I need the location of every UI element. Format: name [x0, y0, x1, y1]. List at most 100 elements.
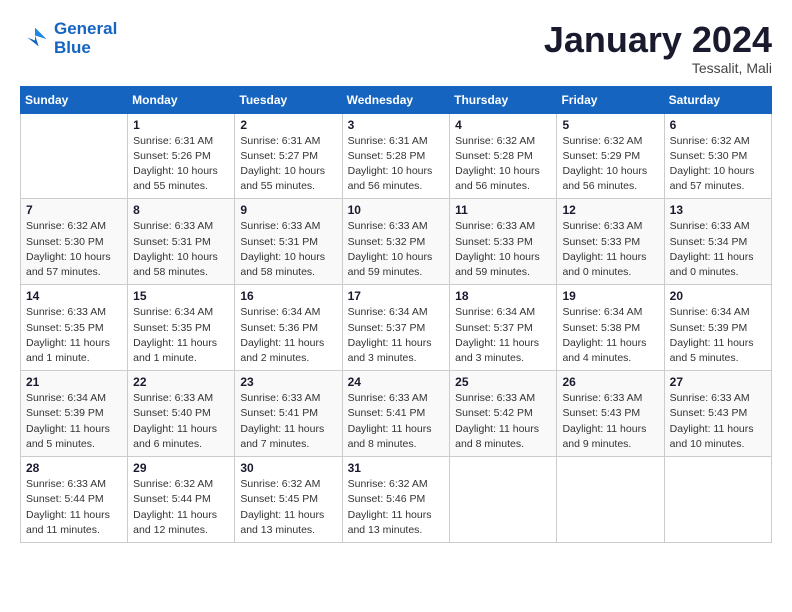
day-number: 1	[133, 118, 229, 132]
calendar-cell: 4 Sunrise: 6:32 AMSunset: 5:28 PMDaylight…	[450, 113, 557, 199]
day-number: 27	[670, 375, 766, 389]
calendar-cell: 24 Sunrise: 6:33 AMSunset: 5:41 PMDayligh…	[342, 371, 450, 457]
day-info: Sunrise: 6:34 AMSunset: 5:36 PMDaylight:…	[240, 305, 336, 366]
day-number: 7	[26, 203, 122, 217]
day-info: Sunrise: 6:34 AMSunset: 5:37 PMDaylight:…	[455, 305, 551, 366]
calendar-cell: 7 Sunrise: 6:32 AMSunset: 5:30 PMDaylight…	[21, 199, 128, 285]
day-number: 18	[455, 289, 551, 303]
calendar-cell: 17 Sunrise: 6:34 AMSunset: 5:37 PMDayligh…	[342, 285, 450, 371]
day-number: 19	[562, 289, 658, 303]
day-number: 31	[348, 461, 445, 475]
calendar-cell: 2Sunrise: 6:31 AMSunset: 5:27 PMDaylight…	[235, 113, 342, 199]
calendar-cell: 29 Sunrise: 6:32 AMSunset: 5:44 PMDayligh…	[128, 457, 235, 543]
day-number: 20	[670, 289, 766, 303]
day-number: 5	[562, 118, 658, 132]
day-number: 24	[348, 375, 445, 389]
week-row-3: 14 Sunrise: 6:33 AMSunset: 5:35 PMDayligh…	[21, 285, 772, 371]
calendar-cell: 15 Sunrise: 6:34 AMSunset: 5:35 PMDayligh…	[128, 285, 235, 371]
day-number: 30	[240, 461, 336, 475]
day-info: Sunrise: 6:33 AMSunset: 5:43 PMDaylight:…	[562, 391, 658, 452]
day-number: 10	[348, 203, 445, 217]
day-info: Sunrise: 6:34 AMSunset: 5:37 PMDaylight:…	[348, 305, 445, 366]
day-info: Sunrise: 6:32 AMSunset: 5:30 PMDaylight:…	[670, 134, 766, 195]
calendar-cell: 5 Sunrise: 6:32 AMSunset: 5:29 PMDaylight…	[557, 113, 664, 199]
day-info: Sunrise: 6:33 AMSunset: 5:42 PMDaylight:…	[455, 391, 551, 452]
day-info: Sunrise: 6:34 AMSunset: 5:39 PMDaylight:…	[26, 391, 122, 452]
calendar-cell: 10 Sunrise: 6:33 AMSunset: 5:32 PMDayligh…	[342, 199, 450, 285]
calendar-cell: 30 Sunrise: 6:32 AMSunset: 5:45 PMDayligh…	[235, 457, 342, 543]
day-info: Sunrise: 6:33 AMSunset: 5:33 PMDaylight:…	[562, 219, 658, 280]
day-info: Sunrise: 6:33 AMSunset: 5:44 PMDaylight:…	[26, 477, 122, 538]
day-number: 8	[133, 203, 229, 217]
day-info: Sunrise: 6:31 AMSunset: 5:28 PMDaylight:…	[348, 134, 445, 195]
day-number: 25	[455, 375, 551, 389]
calendar-cell: 1 Sunrise: 6:31 AMSunset: 5:26 PMDaylight…	[128, 113, 235, 199]
calendar-cell: 11 Sunrise: 6:33 AMSunset: 5:33 PMDayligh…	[450, 199, 557, 285]
day-number: 13	[670, 203, 766, 217]
day-number: 11	[455, 203, 551, 217]
calendar-header-row: Sunday Monday Tuesday Wednesday Thursday…	[21, 86, 772, 113]
day-number: 3	[348, 118, 445, 132]
day-info: Sunrise: 6:33 AMSunset: 5:41 PMDaylight:…	[348, 391, 445, 452]
calendar-cell: 22Sunrise: 6:33 AMSunset: 5:40 PMDayligh…	[128, 371, 235, 457]
day-info: Sunrise: 6:32 AMSunset: 5:28 PMDaylight:…	[455, 134, 551, 195]
calendar-table: Sunday Monday Tuesday Wednesday Thursday…	[20, 86, 772, 543]
day-info: Sunrise: 6:33 AMSunset: 5:43 PMDaylight:…	[670, 391, 766, 452]
calendar-cell: 19 Sunrise: 6:34 AMSunset: 5:38 PMDayligh…	[557, 285, 664, 371]
day-number: 23	[240, 375, 336, 389]
day-info: Sunrise: 6:33 AMSunset: 5:33 PMDaylight:…	[455, 219, 551, 280]
calendar-cell: 31Sunrise: 6:32 AMSunset: 5:46 PMDayligh…	[342, 457, 450, 543]
calendar-cell	[21, 113, 128, 199]
week-row-1: 1 Sunrise: 6:31 AMSunset: 5:26 PMDaylight…	[21, 113, 772, 199]
day-number: 6	[670, 118, 766, 132]
header-sunday: Sunday	[21, 86, 128, 113]
header-saturday: Saturday	[664, 86, 771, 113]
calendar-cell: 12 Sunrise: 6:33 AMSunset: 5:33 PMDayligh…	[557, 199, 664, 285]
day-number: 14	[26, 289, 122, 303]
header-tuesday: Tuesday	[235, 86, 342, 113]
header-wednesday: Wednesday	[342, 86, 450, 113]
logo-icon	[20, 24, 50, 54]
day-info: Sunrise: 6:34 AMSunset: 5:38 PMDaylight:…	[562, 305, 658, 366]
calendar-cell: 27 Sunrise: 6:33 AMSunset: 5:43 PMDayligh…	[664, 371, 771, 457]
day-info: Sunrise: 6:33 AMSunset: 5:32 PMDaylight:…	[348, 219, 445, 280]
calendar-cell: 20Sunrise: 6:34 AMSunset: 5:39 PMDayligh…	[664, 285, 771, 371]
day-number: 29	[133, 461, 229, 475]
calendar-cell: 13 Sunrise: 6:33 AMSunset: 5:34 PMDayligh…	[664, 199, 771, 285]
day-info: Sunrise: 6:33 AMSunset: 5:35 PMDaylight:…	[26, 305, 122, 366]
day-number: 4	[455, 118, 551, 132]
day-info: Sunrise: 6:33 AMSunset: 5:31 PMDaylight:…	[240, 219, 336, 280]
calendar-cell: 26Sunrise: 6:33 AMSunset: 5:43 PMDayligh…	[557, 371, 664, 457]
day-number: 17	[348, 289, 445, 303]
day-number: 12	[562, 203, 658, 217]
calendar-cell	[450, 457, 557, 543]
logo-text: General Blue	[54, 20, 117, 57]
page-header: General Blue January 2024 Tessalit, Mali	[20, 20, 772, 76]
day-info: Sunrise: 6:32 AMSunset: 5:44 PMDaylight:…	[133, 477, 229, 538]
day-info: Sunrise: 6:32 AMSunset: 5:30 PMDaylight:…	[26, 219, 122, 280]
calendar-cell: 21Sunrise: 6:34 AMSunset: 5:39 PMDayligh…	[21, 371, 128, 457]
calendar-cell	[557, 457, 664, 543]
calendar-cell	[664, 457, 771, 543]
day-number: 15	[133, 289, 229, 303]
day-info: Sunrise: 6:33 AMSunset: 5:40 PMDaylight:…	[133, 391, 229, 452]
location: Tessalit, Mali	[544, 60, 772, 76]
logo: General Blue	[20, 20, 117, 57]
day-info: Sunrise: 6:31 AMSunset: 5:26 PMDaylight:…	[133, 134, 229, 195]
day-info: Sunrise: 6:34 AMSunset: 5:35 PMDaylight:…	[133, 305, 229, 366]
day-info: Sunrise: 6:33 AMSunset: 5:34 PMDaylight:…	[670, 219, 766, 280]
day-info: Sunrise: 6:33 AMSunset: 5:31 PMDaylight:…	[133, 219, 229, 280]
day-number: 28	[26, 461, 122, 475]
month-title: January 2024	[544, 20, 772, 60]
day-number: 2	[240, 118, 336, 132]
calendar-cell: 3 Sunrise: 6:31 AMSunset: 5:28 PMDaylight…	[342, 113, 450, 199]
header-monday: Monday	[128, 86, 235, 113]
calendar-cell: 16 Sunrise: 6:34 AMSunset: 5:36 PMDayligh…	[235, 285, 342, 371]
calendar-cell: 8 Sunrise: 6:33 AMSunset: 5:31 PMDaylight…	[128, 199, 235, 285]
calendar-cell: 23Sunrise: 6:33 AMSunset: 5:41 PMDayligh…	[235, 371, 342, 457]
day-info: Sunrise: 6:32 AMSunset: 5:45 PMDaylight:…	[240, 477, 336, 538]
calendar-cell: 9Sunrise: 6:33 AMSunset: 5:31 PMDaylight…	[235, 199, 342, 285]
day-number: 16	[240, 289, 336, 303]
day-info: Sunrise: 6:32 AMSunset: 5:29 PMDaylight:…	[562, 134, 658, 195]
calendar-cell: 14 Sunrise: 6:33 AMSunset: 5:35 PMDayligh…	[21, 285, 128, 371]
